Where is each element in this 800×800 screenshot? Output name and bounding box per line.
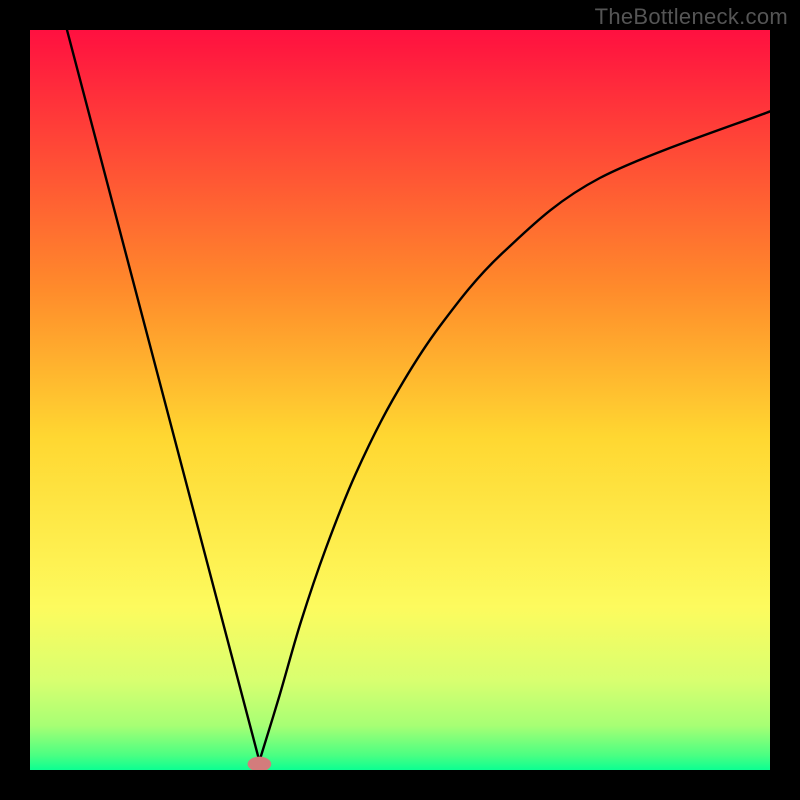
gradient-background (30, 30, 770, 770)
chart-svg (30, 30, 770, 770)
plot-area (30, 30, 770, 770)
chart-frame: TheBottleneck.com (0, 0, 800, 800)
watermark-text: TheBottleneck.com (595, 4, 788, 30)
